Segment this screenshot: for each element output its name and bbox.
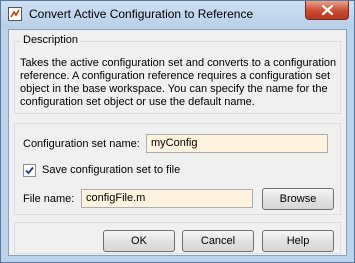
save-to-file-checkbox[interactable]	[23, 164, 36, 177]
browse-button[interactable]: Browse	[262, 188, 334, 210]
config-name-label: Configuration set name:	[23, 138, 140, 150]
close-button[interactable]	[305, 1, 349, 20]
dialog-client-area: Description Takes the active configurati…	[8, 29, 347, 256]
file-name-field[interactable]: configFile.m	[81, 189, 253, 208]
description-legend: Description	[21, 34, 81, 46]
title-bar[interactable]: Convert Active Configuration to Referenc…	[1, 1, 354, 28]
matlab-app-icon	[8, 7, 22, 21]
cancel-button[interactable]: Cancel	[182, 230, 254, 252]
window-title: Convert Active Configuration to Referenc…	[29, 7, 254, 21]
ok-button[interactable]: OK	[103, 230, 175, 252]
help-button[interactable]: Help	[262, 230, 334, 252]
save-to-file-label[interactable]: Save configuration set to file	[42, 164, 180, 176]
description-text: Takes the active configuration set and c…	[20, 57, 337, 108]
dialog-window: Convert Active Configuration to Referenc…	[0, 0, 355, 263]
file-name-label: File name:	[23, 193, 75, 205]
config-name-field[interactable]: myConfig	[146, 134, 328, 153]
checkmark-icon	[25, 166, 34, 175]
close-icon	[322, 5, 333, 15]
